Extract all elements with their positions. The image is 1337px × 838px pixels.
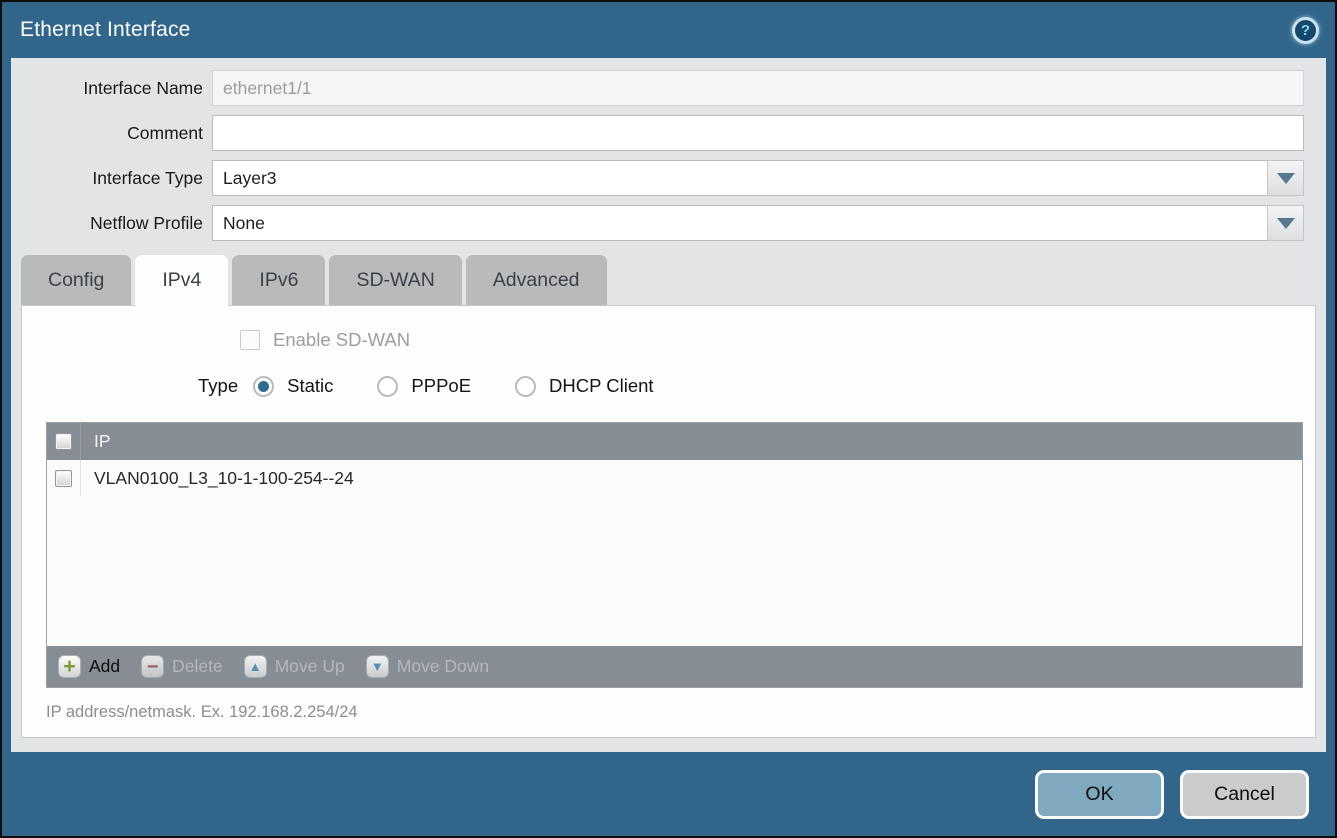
move-down-button: ▼ Move Down	[366, 655, 489, 678]
row-checkbox-cell	[47, 460, 81, 496]
netflow-profile-select[interactable]	[212, 205, 1304, 241]
interface-name-wrap	[212, 70, 1304, 106]
tab-sd-wan[interactable]: SD-WAN	[329, 255, 461, 305]
ok-button[interactable]: OK	[1035, 770, 1164, 819]
ip-table-header: IP	[47, 423, 1302, 460]
interface-name-field	[212, 70, 1304, 106]
tab-ipv6[interactable]: IPv6	[232, 255, 325, 305]
ip-format-hint: IP address/netmask. Ex. 192.168.2.254/24	[46, 703, 1315, 722]
interface-type-wrap	[212, 160, 1304, 196]
comment-field[interactable]	[212, 115, 1304, 151]
radio-dhcp-client[interactable]	[515, 376, 536, 397]
chevron-down-icon	[1277, 173, 1295, 184]
dialog-titlebar: Ethernet Interface ?	[2, 2, 1335, 58]
interface-type-dropdown-button[interactable]	[1267, 160, 1304, 196]
interface-type-select[interactable]	[212, 160, 1304, 196]
type-radio-group: Type Static PPPoE DHCP Client	[22, 375, 1315, 397]
plus-icon: +	[58, 655, 81, 678]
tab-config[interactable]: Config	[21, 255, 131, 305]
interface-name-label: Interface Name	[11, 78, 203, 99]
dialog-body: Interface Name Comment Interface Type	[11, 58, 1326, 752]
delete-button: − Delete	[141, 655, 223, 678]
help-icon[interactable]: ?	[1292, 17, 1319, 44]
radio-option-pppoe[interactable]: PPPoE	[377, 375, 471, 397]
ethernet-interface-dialog: Ethernet Interface ? Interface Name Comm…	[0, 0, 1337, 838]
comment-wrap	[212, 115, 1304, 151]
move-down-button-label: Move Down	[397, 656, 489, 677]
comment-label: Comment	[11, 123, 203, 144]
type-label: Type	[198, 375, 238, 397]
enable-sdwan-label: Enable SD-WAN	[273, 329, 410, 351]
radio-dhcp-client-label: DHCP Client	[549, 375, 654, 397]
radio-option-static[interactable]: Static	[253, 375, 333, 397]
enable-sdwan-checkbox	[240, 330, 260, 350]
form-row-comment: Comment	[11, 115, 1326, 151]
move-up-button-label: Move Up	[275, 656, 345, 677]
minus-icon: −	[141, 655, 164, 678]
enable-sdwan-row: Enable SD-WAN	[240, 329, 1315, 351]
radio-option-dhcp-client[interactable]: DHCP Client	[515, 375, 654, 397]
netflow-profile-label: Netflow Profile	[11, 213, 203, 234]
ip-cell-value: VLAN0100_L3_10-1-100-254--24	[81, 468, 354, 489]
table-row[interactable]: VLAN0100_L3_10-1-100-254--24	[47, 460, 1302, 496]
tab-ipv4[interactable]: IPv4	[135, 255, 228, 307]
radio-static[interactable]	[253, 376, 274, 397]
header-checkbox-cell	[47, 423, 81, 460]
radio-pppoe-label: PPPoE	[411, 375, 471, 397]
add-button-label: Add	[89, 656, 120, 677]
ip-address-table: IP VLAN0100_L3_10-1-100-254--24 + Add	[46, 422, 1303, 688]
arrow-up-icon: ▲	[244, 655, 267, 678]
tab-bar: Config IPv4 IPv6 SD-WAN Advanced	[11, 255, 1326, 305]
form-row-interface-type: Interface Type	[11, 160, 1326, 196]
select-all-checkbox[interactable]	[55, 433, 72, 450]
move-up-button: ▲ Move Up	[244, 655, 345, 678]
chevron-down-icon	[1277, 218, 1295, 229]
delete-button-label: Delete	[172, 656, 223, 677]
form-row-interface-name: Interface Name	[11, 70, 1326, 106]
arrow-down-icon: ▼	[366, 655, 389, 678]
dialog-footer: OK Cancel	[2, 752, 1335, 836]
table-empty-area	[47, 496, 1302, 646]
form-row-netflow-profile: Netflow Profile	[11, 205, 1326, 241]
row-checkbox[interactable]	[55, 470, 72, 487]
netflow-profile-dropdown-button[interactable]	[1267, 205, 1304, 241]
interface-type-label: Interface Type	[11, 168, 203, 189]
ip-column-header: IP	[81, 431, 111, 452]
netflow-profile-wrap	[212, 205, 1304, 241]
tab-advanced[interactable]: Advanced	[466, 255, 607, 305]
ipv4-tab-panel: Enable SD-WAN Type Static PPPoE DHCP Cli…	[21, 305, 1316, 738]
interface-form: Interface Name Comment Interface Type	[11, 58, 1326, 250]
cancel-button[interactable]: Cancel	[1180, 770, 1309, 819]
add-button[interactable]: + Add	[58, 655, 120, 678]
table-toolbar: + Add − Delete ▲ Move Up ▼ Move Down	[47, 646, 1302, 687]
radio-static-label: Static	[287, 375, 333, 397]
radio-pppoe[interactable]	[377, 376, 398, 397]
dialog-title: Ethernet Interface	[20, 18, 191, 42]
